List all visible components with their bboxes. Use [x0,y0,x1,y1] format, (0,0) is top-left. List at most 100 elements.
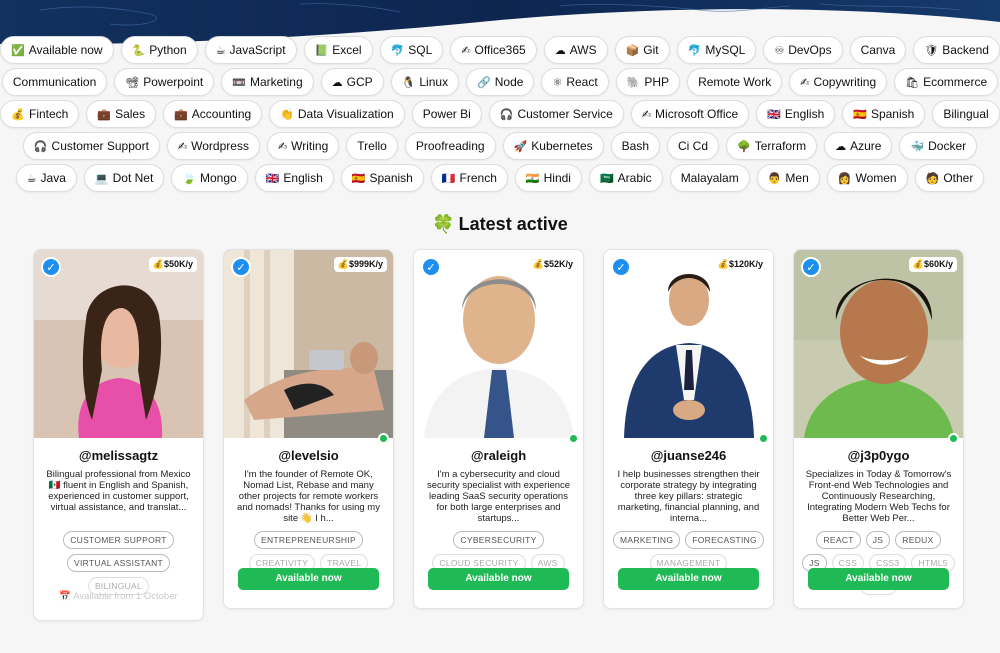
filter-tag[interactable]: 🇬🇧 English [756,100,836,128]
filter-tag-cloud: ✅ Available now 🐍 Python ☕ JavaScript 📗 Excel 🐬 S… [0,36,1000,196]
filter-tag[interactable]: 🎧 Customer Service [488,100,624,128]
tag-label: Node [494,75,524,89]
tag-icon: ✍ [177,139,188,153]
tag-label: Spanish [369,171,413,185]
skill-tag[interactable]: FORECASTING [685,531,764,549]
filter-tag[interactable]: 🇸🇦 Arabic [588,164,663,192]
profile-handle[interactable]: @juanse246 [604,448,773,463]
skill-tag[interactable]: JS [865,531,891,549]
skill-tag[interactable]: ENTREPRENEURSHIP [253,531,363,549]
tag-label: Hindi [543,171,571,185]
filter-tag[interactable]: Bash [610,132,661,160]
filter-tag[interactable]: Malayalam [669,164,750,192]
filter-tag[interactable]: 📼 Marketing [221,68,314,96]
tag-label: Spanish [870,107,915,121]
filter-tag[interactable]: 🍃 Mongo [171,164,248,192]
filter-tag[interactable]: 🔗 Node [466,68,535,96]
skill-list: MARKETING FORECASTING MANAGEMENT [612,531,765,572]
filter-tag[interactable]: 🧑 Other [914,164,985,192]
filter-tag[interactable]: Proofreading [404,132,496,160]
available-now-button[interactable]: Available now [808,568,949,590]
filter-tag[interactable]: 🐬 MySQL [676,36,757,64]
filter-tag[interactable]: 🐍 Python [120,36,198,64]
tag-icon: ♾ [774,43,785,57]
profile-card[interactable]: ✓ 💰$120K/y @juanse246 I help businesses … [603,249,774,609]
filter-tag[interactable]: 💼 Accounting [163,100,263,128]
filter-tag[interactable]: ✍ Office365 [450,36,537,64]
tag-label: English [784,107,825,121]
verified-badge-icon: ✓ [611,257,631,277]
profile-card[interactable]: ✓ 💰$52K/y @raleigh I'm a cybersecurity a… [413,249,584,609]
filter-tag[interactable]: 💻 Dot Net [83,164,165,192]
filter-tag[interactable]: 🇪🇸 Spanish [842,100,926,128]
filter-tag[interactable]: ✍ Copywriting [789,68,888,96]
filter-tag[interactable]: 🛍 Ecommerce [894,68,999,96]
available-now-button[interactable]: Available now [428,568,569,590]
profile-handle[interactable]: @j3p0ygo [794,448,963,463]
filter-tag[interactable]: 🇬🇧 English [254,164,334,192]
filter-tag[interactable]: ✍ Wordpress [166,132,260,160]
filter-tag[interactable]: Bilingual [932,100,1000,128]
filter-tag[interactable]: ✍ Microsoft Office [630,100,750,128]
available-now-button[interactable]: Available now [238,568,379,590]
profile-handle[interactable]: @melissagtz [34,448,203,463]
tag-icon: 🇬🇧 [767,107,781,121]
tag-label: Excel [332,43,362,57]
filter-tag[interactable]: ✍ Writing [266,132,340,160]
skill-tag[interactable]: CUSTOMER SUPPORT [63,531,174,549]
filter-tag[interactable]: ☁ GCP [320,68,384,96]
skill-tag[interactable]: REACT [816,531,861,549]
filter-tag[interactable]: Remote Work [687,68,783,96]
filter-tag[interactable]: Power Bi [411,100,482,128]
filter-tag[interactable]: ☁ Azure [824,132,893,160]
available-now-button[interactable]: Available now [618,568,759,590]
filter-tag[interactable]: ⚛ React [541,68,609,96]
skill-tag[interactable]: REDUX [895,531,941,549]
profile-card[interactable]: ✓ 💰$60K/y @j3p0ygo Specializes in Today … [793,249,964,609]
filter-tag[interactable]: ☁ AWS [543,36,608,64]
filter-tag[interactable]: 💼 Sales [86,100,157,128]
filter-tag[interactable]: 🎧 Customer Support [22,132,160,160]
skill-tag[interactable]: MARKETING [613,531,681,549]
filter-tag[interactable]: 📽 Powerpoint [114,68,215,96]
filter-tag[interactable]: 🛡 Backend [913,36,1000,64]
filter-tag[interactable]: 👏 Data Visualization [269,100,405,128]
profile-handle[interactable]: @raleigh [414,448,583,463]
filter-tag[interactable]: ♾ DevOps [763,36,843,64]
filter-tag[interactable]: 🐧 Linux [390,68,460,96]
filter-tag[interactable]: ☕ JavaScript [204,36,297,64]
filter-tag[interactable]: 👨 Men [756,164,820,192]
skill-tag[interactable]: CYBERSECURITY [453,531,544,549]
filter-tag[interactable]: ☕ Java [15,164,77,192]
tag-label: Power Bi [422,107,471,121]
tag-icon: 👏 [280,107,294,121]
filter-tag[interactable]: 🚀 Kubernetes [502,132,604,160]
profile-bio: Bilingual professional from Mexico 🇲🇽 fl… [46,469,191,513]
filter-tag[interactable]: Canva [849,36,907,64]
filter-tag[interactable]: 📦 Git [614,36,670,64]
tag-label: Office365 [474,43,526,57]
profile-handle[interactable]: @levelsio [224,448,393,463]
filter-tag[interactable]: 🌳 Terraform [726,132,818,160]
filter-tag[interactable]: Trello [346,132,398,160]
filter-tag[interactable]: 📗 Excel [303,36,373,64]
filter-tag[interactable]: 🐳 Docker [899,132,978,160]
filter-tag[interactable]: 🇫🇷 French [430,164,508,192]
tag-label: Wordpress [191,139,249,153]
filter-tag[interactable]: 👩 Women [826,164,908,192]
filter-tag[interactable]: 💰 Fintech [0,100,80,128]
filter-tag[interactable]: 🐬 SQL [379,36,444,64]
filter-tag[interactable]: 🇪🇸 Spanish [340,164,424,192]
tag-label: Proofreading [415,139,485,153]
online-status-dot [758,433,769,444]
tag-icon: ✍ [800,75,810,89]
skill-tag[interactable]: VIRTUAL ASSISTANT [66,554,171,572]
profile-card[interactable]: ✓ 💰$50K/y @melissagtz Bilingual professi… [33,249,204,621]
filter-tag[interactable]: ✅ Available now [0,36,114,64]
filter-tag[interactable]: Ci Cd [667,132,720,160]
filter-tag[interactable]: 🇮🇳 Hindi [514,164,582,192]
filter-tag[interactable]: 🐘 PHP [615,68,681,96]
available-from-text: 📅 Available from 1 October [59,591,178,602]
profile-card[interactable]: ✓ 💰$999K/y @levelsio I'm the founder of … [223,249,394,609]
filter-tag[interactable]: Communication [1,68,108,96]
